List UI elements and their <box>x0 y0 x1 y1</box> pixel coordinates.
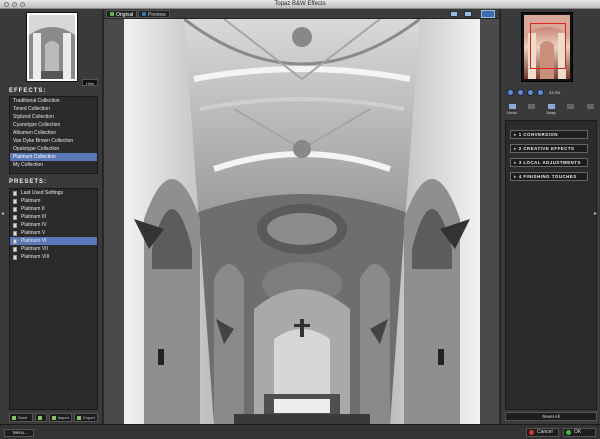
image-viewer[interactable] <box>104 19 499 424</box>
folder-button[interactable] <box>34 413 47 422</box>
comment-icon <box>586 104 594 109</box>
folder-icon <box>37 415 42 420</box>
collection-item[interactable]: Toned Collection <box>10 105 97 113</box>
adjustment-panel: ▸ 1 CONVERSION ▸ 2 CREATIVE EFFECTS ▸ 3 LOC… <box>505 120 597 410</box>
collection-item[interactable]: Stylized Collection <box>10 113 97 121</box>
export-button[interactable]: Export <box>74 413 98 422</box>
collection-item[interactable]: Albumen Collection <box>10 129 97 137</box>
tab-preview[interactable]: Preview <box>138 10 170 18</box>
zoom-window-icon[interactable] <box>20 2 25 7</box>
undo-button[interactable]: Undo <box>505 104 519 115</box>
camera-icon <box>547 104 555 109</box>
minimize-window-icon[interactable] <box>12 2 17 7</box>
viewport-frame[interactable] <box>530 23 566 69</box>
status-bar: Menu... Cancel OK <box>0 424 600 439</box>
collapse-right-arrow-icon[interactable]: ▸ <box>594 210 597 217</box>
preset-buttons: Save Import Export <box>9 413 98 422</box>
ok-button[interactable]: OK <box>563 428 596 437</box>
hide-button[interactable]: Hide <box>82 79 98 86</box>
navigator-preview-image <box>524 15 570 79</box>
navigator-preview[interactable] <box>521 12 573 82</box>
preset-document-icon <box>13 238 17 244</box>
preset-item[interactable]: Platinum VI <box>10 237 97 245</box>
zoom-in-icon[interactable] <box>517 89 524 96</box>
presets-list: Last Used Settings Platinum Platinum II Pla… <box>9 188 98 410</box>
preview-photo <box>124 19 480 424</box>
collection-item[interactable]: Cyanotype Collection <box>10 121 97 129</box>
single-view-icon[interactable] <box>450 11 458 17</box>
right-panel: 33.3% Undo Snap ▸ 1 CONVERSION ▸ 2 CREATIV… <box>500 9 600 424</box>
save-icon <box>12 415 16 420</box>
preset-item[interactable]: Platinum IV <box>10 221 97 229</box>
preset-document-icon <box>13 254 17 260</box>
left-panel: Hide EFFECTS: Traditional Collection Tone… <box>0 9 103 424</box>
collection-item[interactable]: Platinum Collection <box>10 153 97 161</box>
cancel-icon <box>529 430 534 435</box>
window-titlebar: Topaz B&W Effects <box>0 0 600 9</box>
compare-button[interactable] <box>564 104 578 115</box>
ok-icon <box>566 430 571 435</box>
preset-document-icon <box>13 198 17 204</box>
preset-document-icon <box>13 206 17 212</box>
menu-button[interactable]: Menu... <box>4 429 34 437</box>
topaz-logo-icon <box>481 10 495 18</box>
step-local-adjustments[interactable]: ▸ 3 LOCAL ADJUSTMENTS <box>510 158 588 167</box>
thumbnail-image <box>29 15 75 79</box>
viewer-toolbar: Original Preview <box>104 9 499 19</box>
zoom-out-icon[interactable] <box>507 89 514 96</box>
redo-icon <box>528 104 535 109</box>
preset-document-icon <box>13 190 17 196</box>
save-button[interactable]: Save <box>9 413 33 422</box>
collection-item[interactable]: Van Dyke Brown Collection <box>10 137 97 145</box>
tab-original[interactable]: Original <box>106 10 138 18</box>
comment-button[interactable] <box>583 104 597 115</box>
preset-item[interactable]: Last Used Settings <box>10 189 97 197</box>
window-title: Topaz B&W Effects <box>274 1 326 7</box>
preset-document-icon <box>13 214 17 220</box>
expand-arrow-icon: ▸ <box>514 160 517 165</box>
step-creative-effects[interactable]: ▸ 2 CREATIVE EFFECTS <box>510 144 588 153</box>
zoom-level: 33.3% <box>549 90 561 95</box>
expand-arrow-icon: ▸ <box>514 132 517 137</box>
preset-item[interactable]: Platinum V <box>10 229 97 237</box>
step-finishing-touches[interactable]: ▸ 4 FINISHING TOUCHES <box>510 172 588 181</box>
preset-document-icon <box>13 246 17 252</box>
redo-button[interactable] <box>525 104 539 115</box>
step-conversion[interactable]: ▸ 1 CONVERSION <box>510 130 588 139</box>
undo-icon <box>508 104 516 109</box>
cancel-button[interactable]: Cancel <box>526 428 559 437</box>
preset-item[interactable]: Platinum VIII <box>10 253 97 261</box>
reset-all-button[interactable]: Reset All <box>505 412 597 421</box>
expand-arrow-icon: ▸ <box>514 146 517 151</box>
compare-icon <box>567 104 574 109</box>
snap-button[interactable]: Snap <box>544 104 558 115</box>
zoom-fit-icon[interactable] <box>527 89 534 96</box>
presets-title: PRESETS: <box>9 179 48 185</box>
preset-document-icon <box>13 222 17 228</box>
zoom-controls: 33.3% <box>507 89 560 96</box>
import-button[interactable]: Import <box>48 413 73 422</box>
preset-item[interactable]: Platinum VII <box>10 245 97 253</box>
split-view-icon[interactable] <box>464 11 472 17</box>
preview-icon <box>142 12 146 16</box>
zoom-actual-icon[interactable] <box>537 89 544 96</box>
expand-arrow-icon: ▸ <box>514 174 517 179</box>
preset-document-icon <box>13 230 17 236</box>
collection-item[interactable]: Traditional Collection <box>10 97 97 105</box>
collection-item[interactable]: My Collection <box>10 161 97 169</box>
collection-item[interactable]: Opalotype Collection <box>10 145 97 153</box>
import-icon <box>51 415 56 420</box>
tool-row: Undo Snap <box>505 104 597 115</box>
collections-list: Traditional Collection Toned Collection St… <box>9 96 98 174</box>
preset-item[interactable]: Platinum III <box>10 213 97 221</box>
effects-title: EFFECTS: <box>9 88 47 94</box>
close-window-icon[interactable] <box>4 2 9 7</box>
preset-item[interactable]: Platinum II <box>10 205 97 213</box>
export-icon <box>77 415 82 420</box>
collapse-left-arrow-icon[interactable]: ◂ <box>1 210 4 217</box>
original-icon <box>110 12 114 16</box>
preset-item[interactable]: Platinum <box>10 197 97 205</box>
navigator-thumbnail[interactable] <box>26 12 78 82</box>
